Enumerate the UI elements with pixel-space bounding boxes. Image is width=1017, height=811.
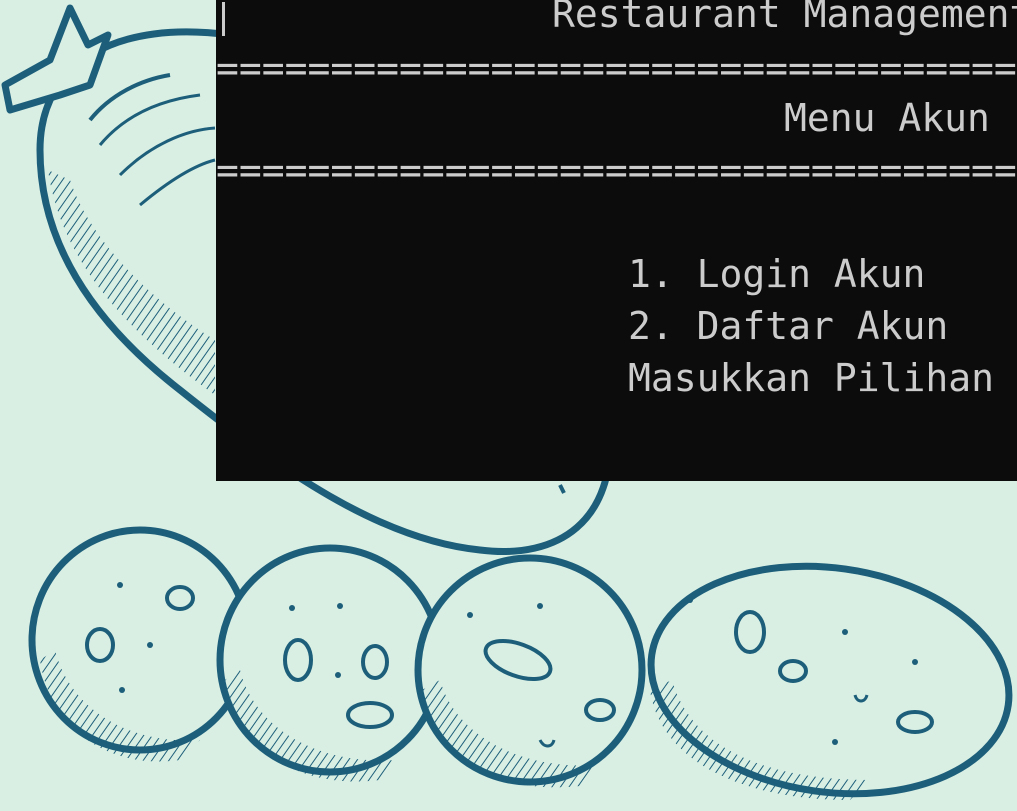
sausage-slice-icon — [647, 562, 1013, 800]
sausage-slice-icon — [414, 554, 646, 788]
menu-title: Menu Akun — [784, 96, 990, 140]
menu-option-login: 1. Login Akun — [628, 252, 926, 296]
separator-line: ========================================… — [216, 148, 1017, 192]
separator-line: ========================================… — [216, 46, 1017, 90]
sausage-slice-icon — [28, 526, 252, 762]
terminal-title: Restaurant Management System — [552, 0, 1017, 36]
menu-option-daftar: 2. Daftar Akun — [628, 304, 949, 348]
terminal-window[interactable]: Restaurant Management System ===========… — [216, 0, 1017, 481]
input-prompt: Masukkan Pilihan : — [628, 356, 1017, 400]
text-cursor — [222, 2, 225, 36]
sausage-slice-icon — [216, 544, 444, 782]
